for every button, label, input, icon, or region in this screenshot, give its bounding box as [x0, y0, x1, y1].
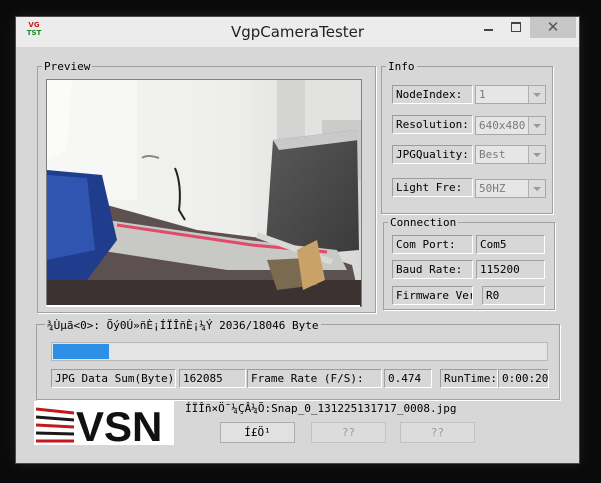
resolution-label: Resolution:: [392, 115, 473, 134]
light-freq-value: 50HZ: [479, 182, 506, 195]
snapshot-path: ÍÏÎñ×Ö¯¼ÇÂ¼Õ:Snap_0_131225131717_0008.jp…: [185, 402, 457, 415]
preview-divider: [46, 305, 360, 307]
app-window: VG TST VgpCameraTester ✕ Preview Info No…: [15, 16, 580, 464]
preview-legend: Preview: [44, 60, 91, 73]
jpg-data-sum-value: 162085: [179, 369, 246, 388]
com-port-value: Com5: [476, 235, 545, 254]
chevron-down-icon: [528, 146, 545, 163]
jpg-quality-select[interactable]: Best: [475, 145, 546, 164]
com-port-label: Com Port:: [392, 235, 473, 254]
snapshot-button[interactable]: ??: [311, 422, 386, 443]
jpg-quality-value: Best: [479, 148, 506, 161]
jpg-quality-label: JPGQuality:: [392, 145, 473, 164]
info-legend: Info: [388, 60, 415, 73]
connection-legend: Connection: [390, 216, 457, 229]
close-button[interactable]: ✕: [530, 17, 576, 38]
stop-button[interactable]: Í£Ö¹: [220, 422, 295, 443]
light-freq-label: Light Fre:: [392, 178, 473, 197]
record-button[interactable]: ??: [400, 422, 475, 443]
capture-status-text: ¾Ùµã<0>: Õý0Ú»ñÈ¡ÍÏÎñÈ¡¼Ý 2036/18046 Byt…: [45, 319, 321, 332]
minimize-button[interactable]: [474, 17, 501, 38]
camera-preview: [46, 79, 362, 307]
firmware-label: Firmware Ver: [392, 286, 473, 305]
title-bar[interactable]: VG TST VgpCameraTester ✕: [16, 17, 579, 47]
chevron-down-icon: [528, 117, 545, 134]
baud-rate-label: Baud Rate:: [392, 260, 473, 279]
runtime-value: 0:00:20: [498, 369, 549, 388]
resolution-select[interactable]: 640x480: [475, 116, 546, 135]
light-freq-select[interactable]: 50HZ: [475, 179, 546, 198]
chevron-down-icon: [528, 86, 545, 103]
maximize-button[interactable]: [502, 17, 529, 38]
camera-preview-image: [47, 80, 361, 306]
jpg-data-sum-label: JPG Data Sum(Byte):: [51, 369, 176, 388]
status-group: [36, 324, 560, 400]
capture-progress-bar: [51, 342, 548, 361]
resolution-value: 640x480: [479, 119, 526, 132]
baud-rate-value: 115200: [476, 260, 545, 279]
vsn-logo: VSN: [34, 401, 174, 445]
firmware-value: R0: [482, 286, 545, 305]
chevron-down-icon: [528, 180, 545, 197]
node-index-select[interactable]: 1: [475, 85, 546, 104]
frame-rate-label: Frame Rate (F/S):: [247, 369, 382, 388]
node-index-value: 1: [479, 88, 486, 101]
capture-progress-fill: [53, 344, 109, 359]
node-index-label: NodeIndex:: [392, 85, 473, 104]
logo-text: VSN: [76, 403, 162, 445]
runtime-label: RunTime:: [440, 369, 498, 388]
frame-rate-value: 0.474: [384, 369, 432, 388]
